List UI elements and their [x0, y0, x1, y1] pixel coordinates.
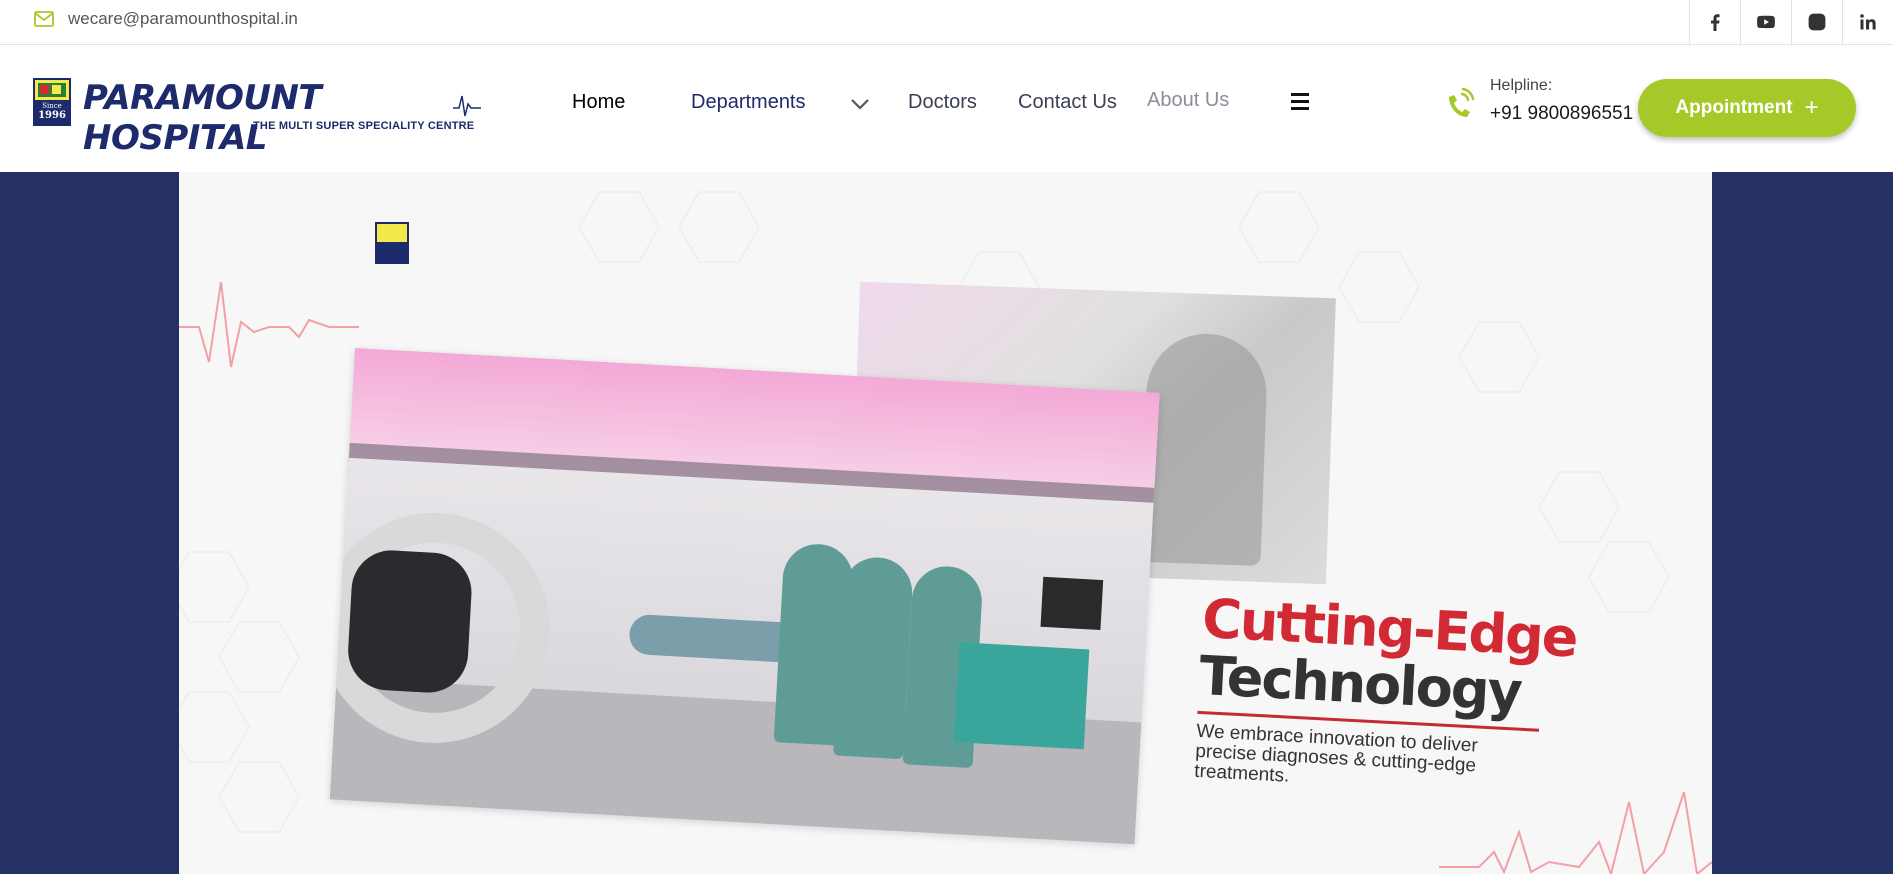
email-link[interactable]: wecare@paramounthospital.in [34, 9, 298, 29]
logo-name: PARAMOUNT HOSPITAL [83, 78, 322, 158]
phone-icon [1449, 87, 1475, 117]
nav-about[interactable]: About Us [1147, 89, 1229, 112]
youtube-icon[interactable] [1740, 0, 1791, 44]
email-text: wecare@paramounthospital.in [68, 9, 298, 28]
top-bar: wecare@paramounthospital.in [0, 0, 1893, 45]
appointment-button[interactable]: Appointment + [1638, 79, 1856, 137]
mail-icon [34, 11, 54, 27]
hero-slide: Cutting-Edge Technology We embrace innov… [179, 172, 1712, 874]
social-links [1689, 0, 1893, 44]
plus-icon: + [1804, 94, 1819, 121]
nav-doctors[interactable]: Doctors [908, 91, 977, 114]
nav-departments[interactable]: Departments [691, 91, 806, 114]
appointment-label: Appointment [1675, 97, 1793, 118]
menu-icon[interactable] [1291, 93, 1309, 110]
chevron-down-icon[interactable] [849, 97, 871, 111]
helpline-number[interactable]: +91 9800896551 [1490, 103, 1633, 125]
operating-room-photo [329, 348, 1160, 845]
logo-tagline: THE MULTI SUPER SPECIALITY CENTRE [253, 120, 475, 132]
pulse-icon [453, 95, 481, 117]
ecg-line-right [1439, 792, 1712, 874]
nav-contact[interactable]: Contact Us [1018, 91, 1117, 114]
helpline-label: Helpline: [1490, 77, 1553, 94]
instagram-icon[interactable] [1791, 0, 1842, 44]
main-header: Since 1996 PARAMOUNT HOSPITAL THE MULTI S… [0, 45, 1893, 172]
slide-logo-badge [375, 222, 409, 264]
nav-home[interactable]: Home [572, 91, 625, 114]
logo-badge: Since 1996 [33, 78, 71, 126]
hero-headline: Cutting-Edge Technology We embrace innov… [1194, 587, 1578, 801]
hospital-logo[interactable]: Since 1996 PARAMOUNT HOSPITAL THE MULTI S… [33, 78, 481, 158]
ecg-line-left [179, 282, 359, 368]
linkedin-icon[interactable] [1842, 0, 1893, 44]
hero-section: Cutting-Edge Technology We embrace innov… [0, 172, 1893, 874]
facebook-icon[interactable] [1689, 0, 1740, 44]
